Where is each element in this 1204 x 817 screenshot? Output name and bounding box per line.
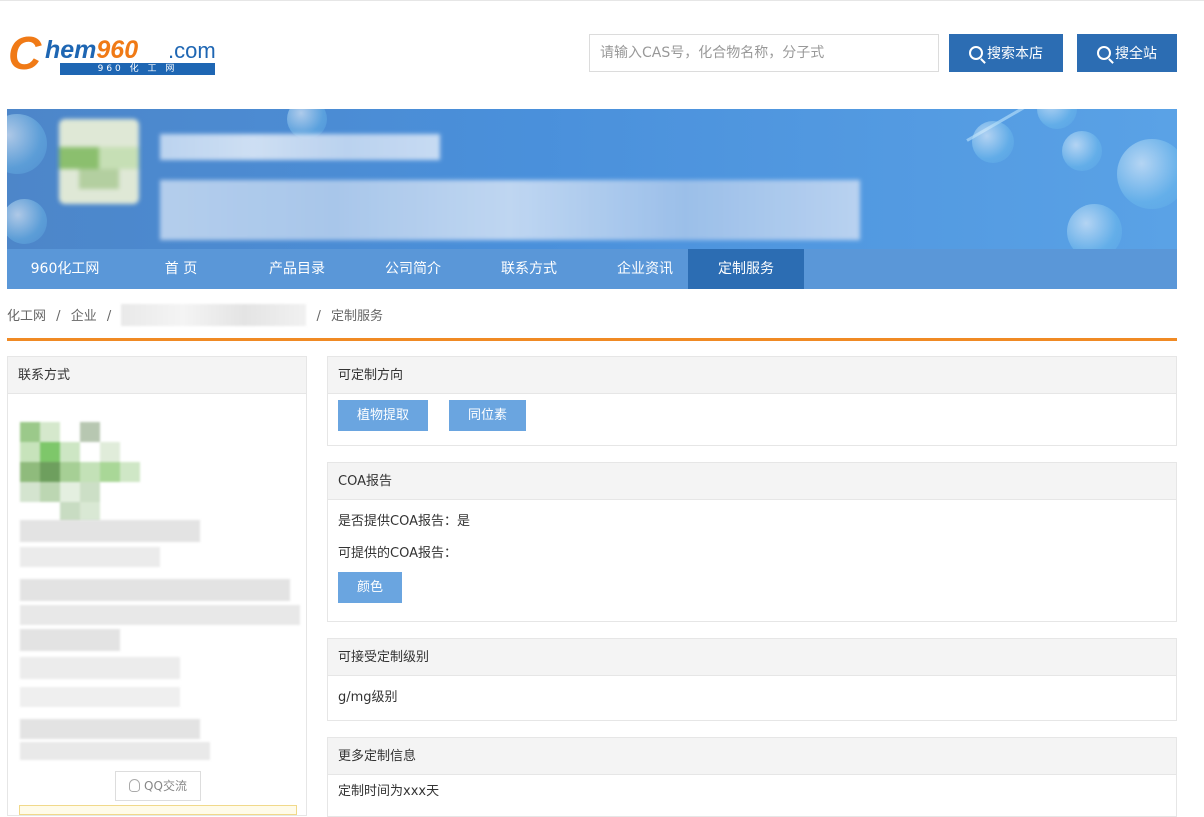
molecule-decoration	[7, 114, 47, 174]
contact-info-blurred	[20, 547, 160, 567]
divider	[7, 338, 1177, 341]
molecule-decoration	[1117, 139, 1177, 209]
search-icon	[969, 46, 983, 60]
site-logo[interactable]: C hem960 .com 960 化 工 网	[8, 27, 218, 80]
nav-item-custom-service[interactable]: 定制服务	[688, 249, 804, 289]
breadcrumb-current: 定制服务	[331, 309, 384, 324]
nav-item-contact[interactable]: 联系方式	[471, 249, 587, 289]
qq-chat-button[interactable]: QQ交流	[115, 771, 201, 801]
contact-info-blurred	[20, 605, 300, 625]
breadcrumb-company-blurred[interactable]	[121, 304, 307, 326]
contact-info-blurred	[20, 579, 290, 601]
custom-direction-panel: 可定制方向 植物提取 同位素	[327, 356, 1177, 446]
contact-panel: 联系方式 QQ交流	[7, 356, 307, 816]
tag-isotope[interactable]: 同位素	[449, 400, 527, 431]
more-info-panel: 更多定制信息 定制时间为xxx天	[327, 737, 1177, 817]
contact-info-blurred	[20, 719, 200, 739]
main-nav: 960化工网 首 页 产品目录 公司简介 联系方式 企业资讯 定制服务	[7, 249, 1177, 289]
molecule-decoration	[1062, 131, 1102, 171]
search-store-button[interactable]: 搜索本店	[949, 34, 1063, 72]
molecule-decoration	[7, 199, 47, 244]
breadcrumb-separator: /	[106, 309, 112, 324]
company-desc-blurred	[160, 180, 860, 240]
company-logo-blurred	[59, 119, 139, 204]
coa-available-label: 可提供的COA报告：	[338, 546, 457, 561]
contact-info-blurred	[20, 657, 180, 679]
contact-info-blurred	[20, 742, 210, 760]
custom-level-title: 可接受定制级别	[328, 639, 1176, 676]
breadcrumb-separator: /	[56, 309, 61, 324]
molecule-decoration	[972, 121, 1014, 163]
more-info-title: 更多定制信息	[328, 738, 1176, 775]
custom-level-value: g/mg级别	[338, 690, 398, 705]
coa-report-panel: COA报告 是否提供COA报告：是 可提供的COA报告： 颜色	[327, 462, 1177, 622]
breadcrumb-link-site[interactable]: 化工网	[7, 309, 46, 324]
notice-strip	[19, 805, 297, 815]
more-info-value: 定制时间为xxx天	[338, 784, 440, 799]
tag-color[interactable]: 颜色	[338, 572, 403, 603]
breadcrumb: 化工网 / 企业 / / 定制服务	[7, 304, 389, 326]
search-input[interactable]: 请输入CAS号，化合物名称，分子式	[589, 34, 939, 72]
breadcrumb-link-enterprise[interactable]: 企业	[71, 309, 97, 324]
tag-plant-extraction[interactable]: 植物提取	[338, 400, 429, 431]
company-name-blurred	[160, 134, 440, 160]
qr-code-blurred	[20, 402, 140, 522]
logo-wordmark: hem960	[45, 36, 139, 64]
nav-item-about[interactable]: 公司简介	[355, 249, 471, 289]
company-banner	[7, 109, 1177, 249]
nav-item-catalog[interactable]: 产品目录	[239, 249, 355, 289]
nav-item-news[interactable]: 企业资讯	[587, 249, 703, 289]
logo-c: C	[8, 27, 42, 79]
breadcrumb-separator: /	[316, 309, 321, 324]
contact-info-blurred	[20, 687, 180, 707]
qq-icon	[129, 779, 141, 792]
search-icon	[1097, 46, 1111, 60]
nav-item-home-site[interactable]: 960化工网	[7, 249, 123, 289]
molecule-decoration	[1067, 204, 1122, 249]
logo-subtitle: 960 化 工 网	[60, 63, 215, 75]
coa-report-title: COA报告	[328, 463, 1176, 500]
custom-level-panel: 可接受定制级别 g/mg级别	[327, 638, 1177, 721]
search-all-button[interactable]: 搜全站	[1077, 34, 1177, 72]
header: C hem960 .com 960 化 工 网 请输入CAS号，化合物名称，分子…	[0, 4, 1204, 104]
coa-provided-text: 是否提供COA报告：是	[338, 514, 470, 529]
logo-dotcom: .com	[168, 38, 216, 63]
molecule-decoration	[1037, 109, 1077, 129]
nav-item-home[interactable]: 首 页	[123, 249, 239, 289]
custom-direction-title: 可定制方向	[328, 357, 1176, 394]
contact-info-blurred	[20, 520, 200, 542]
contact-panel-title: 联系方式	[8, 357, 306, 394]
contact-info-blurred	[20, 629, 120, 651]
